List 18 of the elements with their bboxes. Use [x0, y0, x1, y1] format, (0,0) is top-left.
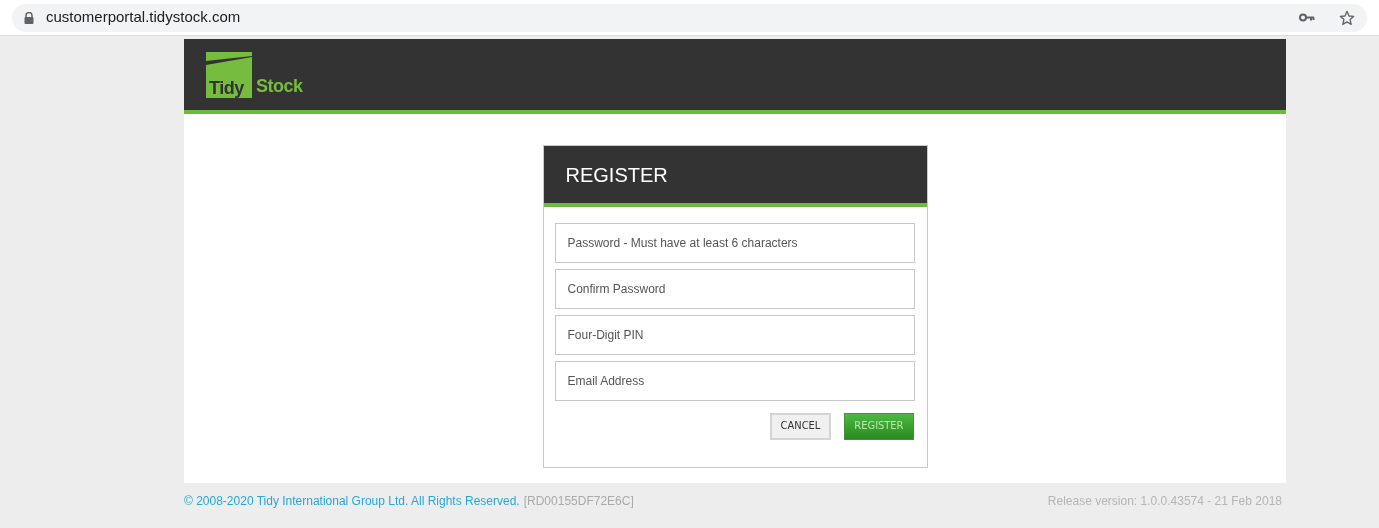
input-field[interactable]: Password - Must have at least 6 characters: [554, 223, 915, 263]
input-field[interactable]: Email Address: [554, 361, 915, 401]
input-field[interactable]: Four-Digit PIN: [554, 315, 915, 355]
logo[interactable]: Tidy Stock: [206, 51, 303, 98]
logo-word: Tidy: [209, 78, 245, 97]
card-title: REGISTER: [565, 162, 668, 188]
logo-stripe-icon: [206, 55, 252, 66]
copyright-text: © 2008-2020 Tidy International Group Ltd. All Rights Reserved.: [184, 493, 520, 510]
address-bar[interactable]: customerportal.tidystock.com: [12, 3, 1367, 32]
url-text: customerportal.tidystock.com: [46, 7, 242, 28]
logo-word: Stock: [256, 76, 303, 95]
release-version: Release version: 1.0.0.43574 - 21 Feb 2018: [1047, 493, 1283, 510]
lock-icon: [24, 11, 34, 24]
key-icon[interactable]: [1299, 13, 1315, 22]
input-field[interactable]: Confirm Password: [554, 269, 915, 309]
build-id: [RD00155DF72E6C]: [523, 493, 634, 510]
cancel-button[interactable]: CANCEL: [769, 413, 832, 440]
star-icon[interactable]: [1339, 9, 1355, 26]
